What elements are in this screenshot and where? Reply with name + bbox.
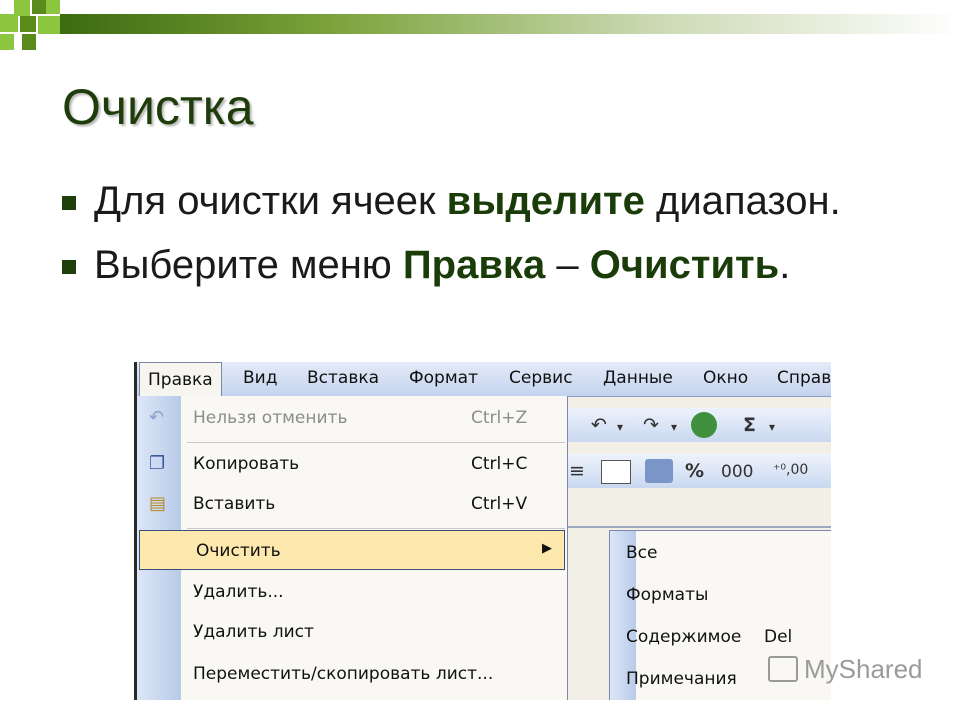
- bullet-text: –: [545, 243, 590, 287]
- edit-menu-dropdown: ↶ Нельзя отменить Ctrl+Z ❐ Копировать Ct…: [137, 396, 568, 700]
- menu-item-shortcut: Ctrl+Z: [471, 408, 528, 428]
- hyperlink-icon[interactable]: [691, 412, 717, 438]
- deco-square: [0, 14, 18, 32]
- submenu-item-shortcut: Del: [764, 627, 793, 647]
- menu-item-label: Нельзя отменить: [193, 408, 348, 428]
- menu-edit[interactable]: Правка: [139, 362, 222, 397]
- deco-square: [32, 0, 46, 14]
- slide-title: Очистка: [62, 79, 254, 135]
- deco-square: [38, 16, 60, 34]
- watermark: MyShared: [768, 654, 923, 685]
- menu-window[interactable]: Окно: [703, 368, 748, 388]
- bullet-square-icon: [62, 260, 76, 274]
- bullet-text: диапазон.: [644, 179, 841, 223]
- menu-item-delete-sheet[interactable]: Удалить лист: [137, 612, 567, 652]
- merge-center-icon[interactable]: [601, 460, 631, 484]
- deco-square: [0, 34, 14, 50]
- menu-service[interactable]: Сервис: [509, 368, 573, 388]
- thousands-icon[interactable]: 000: [721, 462, 753, 482]
- menu-item-move-copy-sheet[interactable]: Переместить/скопировать лист...: [137, 654, 567, 694]
- deco-square: [46, 0, 60, 14]
- undo-icon: ↶: [149, 407, 165, 428]
- menu-bar: Правка Вид Вставка Формат Сервис Данные …: [137, 362, 831, 397]
- menu-item-copy[interactable]: ❐ Копировать Ctrl+C: [137, 444, 567, 484]
- formatting-toolbar: ≡ % 000 ⁺⁰,00: [567, 454, 831, 488]
- menu-item-label: Удалить лист: [193, 622, 314, 642]
- menu-separator: [187, 442, 565, 443]
- submenu-item-all[interactable]: Все: [610, 533, 831, 573]
- chevron-down-icon[interactable]: ▾: [617, 420, 623, 434]
- menu-item-label: Переместить/скопировать лист...: [193, 664, 494, 684]
- menu-insert[interactable]: Вставка: [307, 368, 379, 388]
- menu-item-delete[interactable]: Удалить...: [137, 572, 567, 612]
- submenu-item-contents[interactable]: Содержимое Del: [610, 617, 831, 657]
- percent-icon[interactable]: %: [685, 460, 704, 482]
- paste-icon: ▤: [149, 493, 167, 514]
- bullet-text: Выберите меню: [94, 243, 403, 287]
- submenu-arrow-icon: ▶: [542, 541, 552, 556]
- menu-help[interactable]: Справ: [777, 368, 831, 388]
- watermark-text: MyShared: [804, 654, 923, 684]
- menu-item-label: Очистить: [196, 541, 281, 561]
- menu-separator: [187, 528, 565, 529]
- menu-item-clear[interactable]: Очистить ▶: [139, 530, 565, 570]
- copy-icon: ❐: [149, 453, 166, 474]
- myshared-logo-icon: [768, 656, 798, 683]
- menu-item-paste[interactable]: ▤ Вставить Ctrl+V: [137, 484, 567, 524]
- menu-item-label: Вставить: [193, 494, 276, 514]
- increase-decimal-icon[interactable]: ⁺⁰,00: [773, 462, 808, 478]
- submenu-item-label: Все: [626, 543, 658, 563]
- bullet-item: Выберите меню Правка – Очистить.: [60, 240, 940, 290]
- menu-data[interactable]: Данные: [603, 368, 673, 388]
- bullet-list: Для очистки ячеек выделите диапазон. Выб…: [60, 176, 940, 290]
- menu-item-label: Копировать: [193, 454, 300, 474]
- menu-format[interactable]: Формат: [409, 368, 478, 388]
- redo-icon[interactable]: ↷: [643, 414, 659, 436]
- bullet-bold: Правка: [402, 243, 546, 287]
- submenu-item-label: Содержимое: [626, 627, 742, 647]
- standard-toolbar: ↶ ▾ ↷ ▾ Σ ▾: [567, 408, 831, 442]
- autosum-icon[interactable]: Σ: [743, 414, 756, 436]
- chevron-down-icon[interactable]: ▾: [769, 420, 775, 434]
- sheet-edge: [567, 526, 831, 528]
- bullet-text: .: [779, 243, 791, 287]
- deco-square: [20, 16, 36, 32]
- align-icon[interactable]: ≡: [569, 460, 585, 482]
- excel-screenshot: Правка Вид Вставка Формат Сервис Данные …: [134, 362, 831, 700]
- submenu-item-label: Форматы: [626, 585, 709, 605]
- menu-view[interactable]: Вид: [243, 368, 277, 388]
- currency-icon[interactable]: [645, 459, 673, 483]
- chevron-down-icon[interactable]: ▾: [671, 420, 677, 434]
- menu-item-undo[interactable]: ↶ Нельзя отменить Ctrl+Z: [137, 398, 567, 438]
- submenu-item-label: Примечания: [626, 669, 737, 689]
- bullet-square-icon: [62, 196, 76, 210]
- top-decoration: [0, 0, 960, 60]
- undo-icon[interactable]: ↶: [591, 414, 607, 436]
- bullet-item: Для очистки ячеек выделите диапазон.: [60, 176, 940, 226]
- deco-square: [22, 34, 36, 50]
- menu-item-shortcut: Ctrl+C: [471, 454, 528, 474]
- bullet-bold: Очистить: [589, 243, 780, 287]
- gradient-bar: [60, 14, 960, 34]
- menu-item-label: Удалить...: [193, 582, 284, 602]
- menu-item-shortcut: Ctrl+V: [471, 494, 528, 514]
- submenu-item-formats[interactable]: Форматы: [610, 575, 831, 615]
- bullet-text: Для очистки ячеек: [94, 179, 447, 223]
- bullet-bold: выделите: [446, 179, 645, 223]
